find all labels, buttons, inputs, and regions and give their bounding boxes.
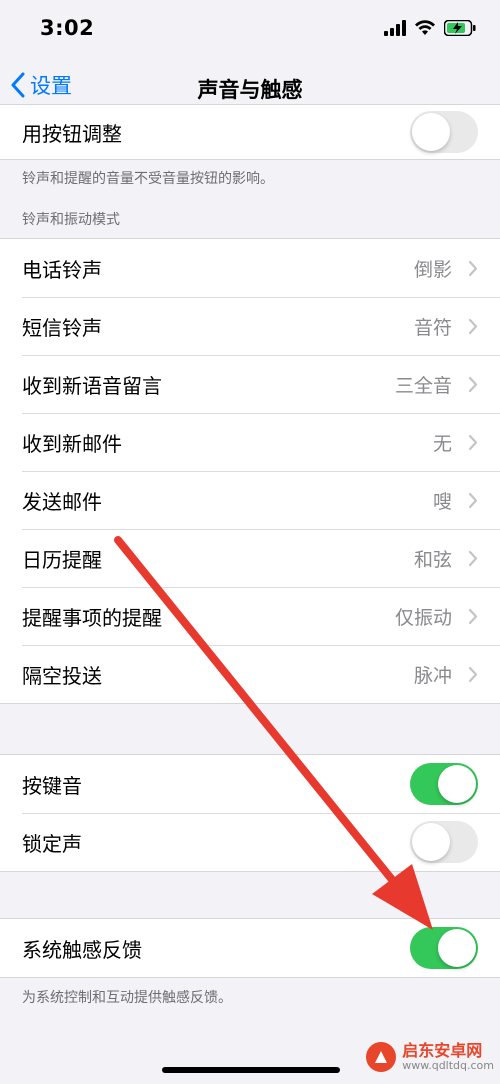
row-airdrop[interactable]: 隔空投送 脉冲	[0, 645, 500, 703]
row-label: 用按钮调整	[22, 121, 122, 146]
keyboard-group: 按键音 锁定声	[0, 754, 500, 872]
chevron-right-icon	[468, 318, 478, 335]
toggle-knob	[438, 929, 476, 967]
system-haptics-toggle[interactable]	[410, 927, 478, 969]
row-value: 脉冲	[413, 664, 452, 687]
row-label: 发送邮件	[22, 489, 102, 514]
chevron-right-icon	[468, 608, 478, 625]
chevron-right-icon	[468, 550, 478, 567]
row-value: 嗖	[432, 490, 452, 513]
row-label: 提醒事项的提醒	[22, 605, 162, 630]
row-label: 短信铃声	[22, 315, 102, 340]
status-icons	[384, 20, 476, 36]
change-with-buttons-toggle[interactable]	[410, 111, 478, 153]
row-reminder-alerts[interactable]: 提醒事项的提醒 仅振动	[0, 587, 500, 645]
row-value: 无	[432, 432, 452, 455]
ringer-group: 用按钮调整	[0, 104, 500, 160]
row-system-haptics: 系统触感反馈	[0, 919, 500, 977]
row-value: 和弦	[413, 548, 452, 571]
sounds-group: 电话铃声 倒影 短信铃声 音符 收到新语音留言 三全音 收到新邮件 无 发送邮件…	[0, 238, 500, 704]
row-new-mail[interactable]: 收到新邮件 无	[0, 413, 500, 471]
chevron-right-icon	[468, 434, 478, 451]
row-calendar-alerts[interactable]: 日历提醒 和弦	[0, 529, 500, 587]
chevron-right-icon	[468, 666, 478, 683]
ringer-footer: 铃声和提醒的音量不受音量按钮的影响。	[22, 171, 274, 187]
row-new-voicemail[interactable]: 收到新语音留言 三全音	[0, 355, 500, 413]
toggle-knob	[412, 113, 450, 151]
page-title: 声音与触感	[197, 78, 303, 102]
row-label: 按键音	[22, 773, 82, 798]
watermark: 启东安卓网 www.qdltdq.com	[366, 1042, 494, 1072]
row-label: 系统触感反馈	[22, 937, 142, 962]
haptics-group: 系统触感反馈	[0, 918, 500, 978]
row-label: 收到新邮件	[22, 431, 122, 456]
row-text-tone[interactable]: 短信铃声 音符	[0, 297, 500, 355]
keyboard-clicks-toggle[interactable]	[410, 763, 478, 805]
cellular-signal-icon	[384, 20, 406, 36]
row-keyboard-clicks: 按键音	[0, 755, 500, 813]
toggle-knob	[438, 765, 476, 803]
row-label: 电话铃声	[22, 257, 102, 282]
row-label: 锁定声	[22, 831, 82, 856]
row-label: 收到新语音留言	[22, 373, 162, 398]
row-change-with-buttons: 用按钮调整	[0, 105, 500, 159]
chevron-right-icon	[468, 260, 478, 277]
watermark-name: 启东安卓网	[402, 1041, 483, 1061]
chevron-right-icon	[468, 376, 478, 393]
sounds-section-header: 铃声和振动模式	[22, 212, 120, 228]
battery-charging-icon	[444, 20, 476, 36]
home-indicator[interactable]	[162, 1067, 340, 1073]
row-value: 仅振动	[394, 606, 452, 629]
row-lock-sound: 锁定声	[0, 813, 500, 871]
row-label: 日历提醒	[22, 547, 102, 572]
status-bar: 3:02	[0, 0, 500, 60]
watermark-logo-icon	[366, 1042, 397, 1072]
chevron-right-icon	[468, 492, 478, 509]
row-ringtone[interactable]: 电话铃声 倒影	[0, 239, 500, 297]
lock-sound-toggle[interactable]	[410, 821, 478, 863]
haptics-footer: 为系统控制和互动提供触感反馈。	[22, 990, 232, 1006]
row-sent-mail[interactable]: 发送邮件 嗖	[0, 471, 500, 529]
toggle-knob	[412, 823, 450, 861]
row-value: 三全音	[394, 374, 452, 397]
row-value: 倒影	[413, 258, 452, 281]
watermark-url: www.qdltdq.com	[402, 1058, 494, 1072]
row-label: 隔空投送	[22, 663, 102, 688]
row-value: 音符	[413, 316, 452, 339]
status-time: 3:02	[40, 16, 95, 40]
settings-screen: 3:02 设置 声音与触感 用按钮调整 铃声和提醒的音量不受音量按钮的影响。 铃…	[0, 0, 500, 1084]
wifi-icon	[415, 20, 435, 35]
